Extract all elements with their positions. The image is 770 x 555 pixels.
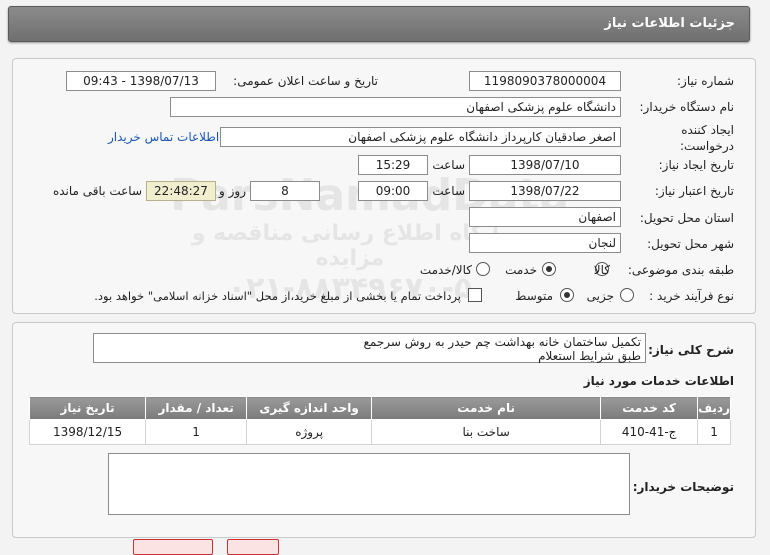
days-label: روز و	[219, 184, 246, 198]
process-label: نوع فرآیند خرید :	[649, 289, 734, 303]
process-radio-minor[interactable]	[620, 288, 634, 302]
buyer-notes-field	[108, 453, 630, 515]
validity-time-label: ساعت	[432, 184, 465, 198]
description-line-2: طبق شرایط استعلام	[538, 349, 641, 363]
created-time-field: 15:29	[358, 155, 428, 175]
creator-label-text: ایجاد کننده درخواست:	[680, 123, 734, 153]
process-option-minor: جزیی	[586, 289, 614, 303]
process-option-medium: متوسط	[515, 289, 553, 303]
category-option-service: خدمت	[505, 263, 537, 277]
province-label: استان محل تحویل:	[639, 211, 734, 225]
page-title: جزئیات اطلاعات نیاز	[604, 16, 735, 31]
category-option-goods-service: کالا/خدمت	[419, 263, 472, 277]
col-unit: واحد اندازه گیری	[246, 396, 373, 420]
process-radio-medium[interactable]	[560, 288, 574, 302]
validity-date-label: تاریخ اعتبار نیاز:	[654, 184, 734, 198]
col-row-number: ردیف	[697, 396, 731, 420]
table-row: 1 ج-41-410 ساخت بنا پروژه 1 1398/12/15	[28, 419, 731, 445]
treasury-payment-note: پرداخت تمام یا بخشی از مبلغ خرید،از محل …	[94, 289, 461, 303]
created-date-label: تاریخ ایجاد نیاز:	[658, 158, 734, 172]
services-header-row: ردیف کد خدمت نام خدمت واحد اندازه گیری ت…	[28, 396, 731, 420]
category-radio-service[interactable]	[542, 262, 556, 276]
description-line-1: تکمیل ساختمان خانه بهداشت چم حیدر به روش…	[363, 335, 641, 349]
cell-quantity: 1	[145, 419, 248, 445]
remaining-label: ساعت باقی مانده	[52, 184, 142, 198]
col-need-date: تاریخ نیاز	[28, 396, 147, 420]
page-header: جزئیات اطلاعات نیاز	[8, 6, 750, 42]
col-quantity: تعداد / مقدار	[145, 396, 248, 420]
cell-need-date: 1398/12/15	[28, 419, 147, 445]
col-service-name: نام خدمت	[371, 396, 602, 420]
need-number-field: 1198090378000004	[469, 71, 621, 91]
bottom-button-right[interactable]	[227, 539, 279, 555]
category-radio-goods-service[interactable]	[476, 262, 490, 276]
city-label: شهر محل تحویل:	[647, 237, 734, 251]
bottom-button-left[interactable]	[133, 539, 213, 555]
cell-service-code: ج-41-410	[600, 419, 699, 445]
days-field: 8	[250, 181, 320, 201]
announce-field: 1398/07/13 - 09:43	[66, 71, 216, 91]
created-time-label: ساعت	[432, 158, 465, 172]
province-field: اصفهان	[469, 207, 621, 227]
cell-service-name: ساخت بنا	[371, 419, 602, 445]
description-label: شرح کلی نیاز:	[648, 343, 734, 357]
buyer-org-field: دانشگاه علوم پزشکی اصفهان	[170, 97, 621, 117]
created-date-field: 1398/07/10	[469, 155, 621, 175]
buyer-notes-label: توضیحات خریدار:	[632, 480, 734, 494]
announce-label: تاریخ و ساعت اعلان عمومی:	[233, 74, 378, 88]
cell-row-number: 1	[697, 419, 731, 445]
remaining-time-field: 22:48:27	[146, 181, 216, 201]
city-field: لنجان	[469, 233, 621, 253]
buyer-contact-link[interactable]: اطلاعات تماس خریدار	[108, 130, 219, 144]
cell-unit: پروژه	[246, 419, 373, 445]
category-option-goods: کالا	[593, 263, 610, 277]
validity-time-field: 09:00	[358, 181, 428, 201]
creator-field: اصغر صادقیان کارپرداز دانشگاه علوم پزشکی…	[220, 127, 621, 147]
services-table: ردیف کد خدمت نام خدمت واحد اندازه گیری ت…	[28, 396, 731, 445]
need-number-label: شماره نیاز:	[677, 74, 734, 88]
description-field: تکمیل ساختمان خانه بهداشت چم حیدر به روش…	[93, 333, 646, 363]
creator-label: ایجاد کننده درخواست:	[654, 122, 734, 154]
buyer-org-label: نام دستگاه خریدار:	[639, 100, 735, 114]
category-label: طبقه بندی موضوعی:	[627, 263, 734, 277]
treasury-payment-checkbox[interactable]	[468, 288, 482, 302]
col-service-code: کد خدمت	[600, 396, 699, 420]
validity-date-field: 1398/07/22	[469, 181, 621, 201]
services-title: اطلاعات خدمات مورد نیاز	[583, 374, 734, 388]
